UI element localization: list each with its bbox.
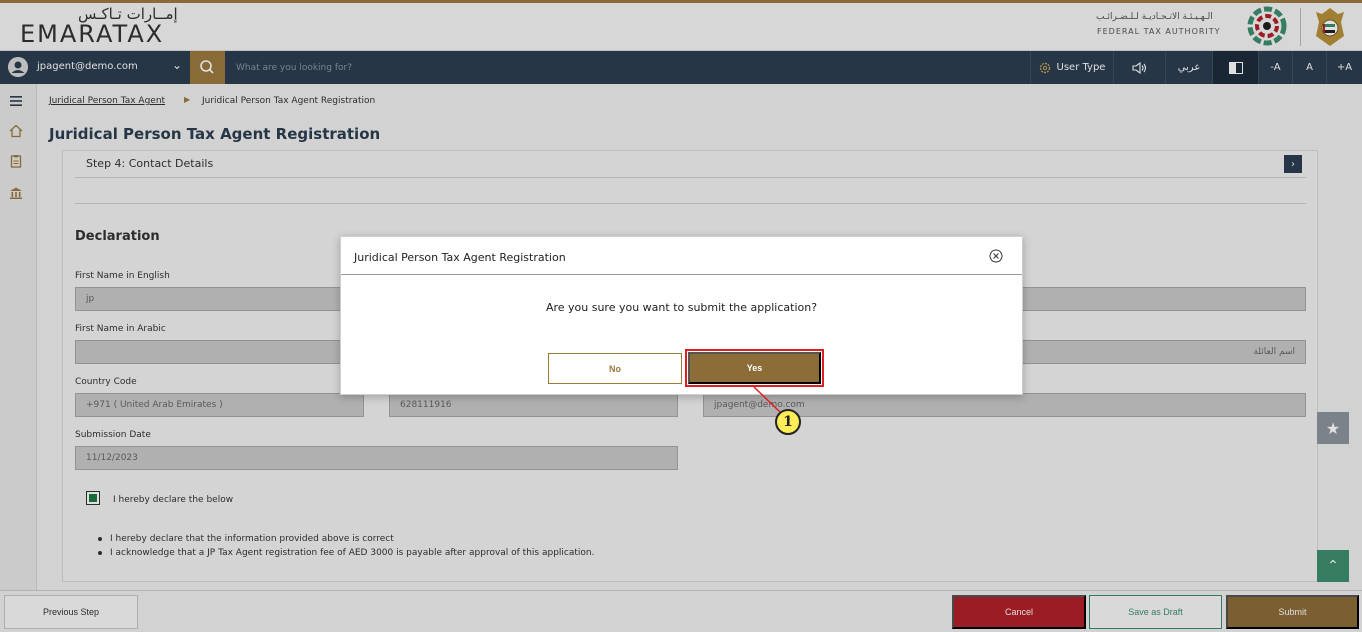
no-button[interactable]: No xyxy=(548,353,682,384)
yes-button[interactable]: Yes xyxy=(688,352,821,384)
dialog-title: Juridical Person Tax Agent Registration xyxy=(354,251,566,264)
dialog-header: Juridical Person Tax Agent Registration xyxy=(341,237,1022,275)
close-icon[interactable] xyxy=(989,249,1003,263)
confirm-dialog: Juridical Person Tax Agent Registration … xyxy=(340,236,1023,395)
step-number-badge: 1 xyxy=(775,409,801,435)
dialog-message: Are you sure you want to submit the appl… xyxy=(545,301,818,314)
